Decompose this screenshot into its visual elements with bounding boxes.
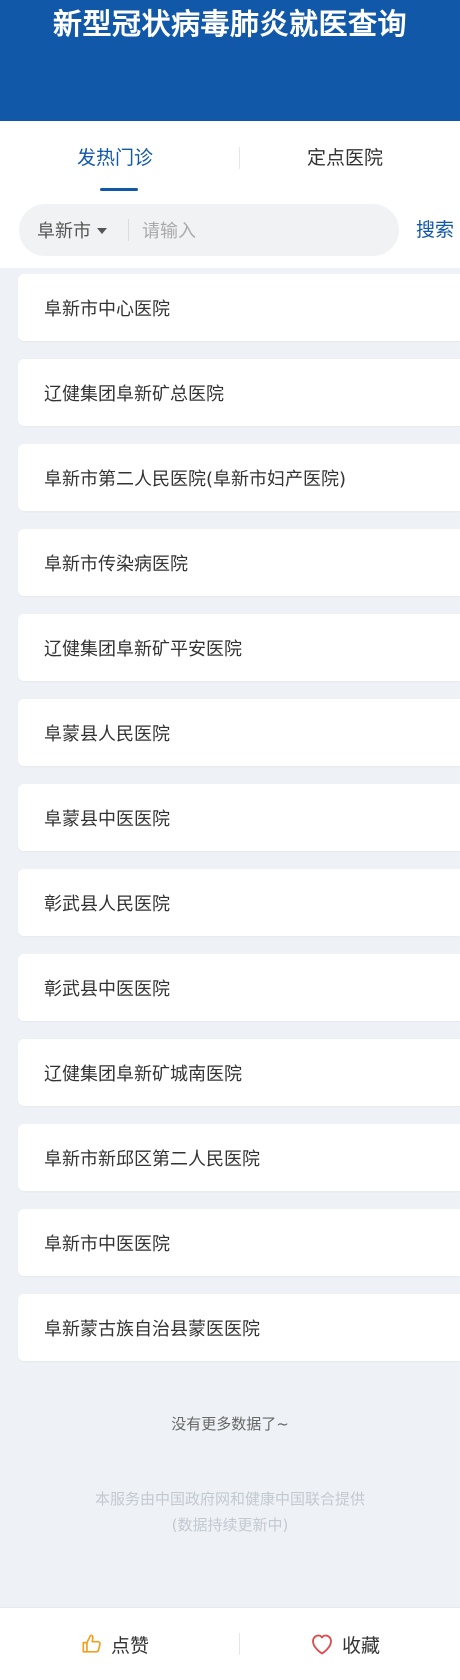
- hospital-list: 阜新市中心医院 辽健集团阜新矿总医院 阜新市第二人民医院(阜新市妇产医院) 阜新…: [18, 274, 460, 1379]
- hospital-list-item[interactable]: 阜新市传染病医院: [18, 529, 460, 596]
- hospital-list-item[interactable]: 辽健集团阜新矿城南医院: [18, 1039, 460, 1106]
- search-bar: 阜新市 搜索: [0, 198, 460, 268]
- favorite-button[interactable]: 收藏: [230, 1608, 460, 1680]
- footer-note-line2: (数据持续更新中): [171, 1516, 289, 1534]
- hospital-list-item[interactable]: 阜新市新邱区第二人民医院: [18, 1124, 460, 1191]
- caret-down-icon: [97, 228, 107, 234]
- tab-bar: 发热门诊 定点医院: [0, 121, 460, 198]
- list-end-text: 没有更多数据了~: [171, 1415, 289, 1433]
- thumbs-up-icon: [82, 1634, 101, 1653]
- heart-icon: [312, 1634, 332, 1655]
- hospital-list-item[interactable]: 阜新市第二人民医院(阜新市妇产医院): [18, 444, 460, 511]
- page-title: 新型冠状病毒肺炎就医查询: [52, 7, 407, 41]
- hospital-list-item[interactable]: 辽健集团阜新矿总医院: [18, 359, 460, 426]
- active-tab-indicator: [100, 188, 138, 191]
- footer-note: 本服务由中国政府网和健康中国联合提供 (数据持续更新中): [0, 1486, 460, 1538]
- tab-fever-clinic[interactable]: 发热门诊: [0, 121, 230, 198]
- hospital-list-item[interactable]: 阜新市中医医院: [18, 1209, 460, 1276]
- hospital-list-item[interactable]: 阜新蒙古族自治县蒙医医院: [18, 1294, 460, 1361]
- hospital-list-item[interactable]: 彰武县中医医院: [18, 954, 460, 1021]
- like-button[interactable]: 点赞: [0, 1608, 230, 1680]
- tab-divider: [239, 147, 240, 169]
- favorite-label: 收藏: [341, 1634, 380, 1657]
- city-dropdown[interactable]: 阜新市: [19, 204, 127, 256]
- hospital-list-item[interactable]: 彰武县人民医院: [18, 869, 460, 936]
- hospital-list-item[interactable]: 阜新市中心医院: [18, 274, 460, 341]
- search-box: 阜新市: [19, 204, 399, 256]
- search-input[interactable]: [140, 212, 394, 250]
- search-divider: [128, 219, 129, 241]
- tab-designated-hospital[interactable]: 定点医院: [230, 121, 460, 198]
- city-dropdown-label: 阜新市: [37, 221, 91, 242]
- hospital-list-item[interactable]: 阜蒙县中医医院: [18, 784, 460, 851]
- footer-note-line1: 本服务由中国政府网和健康中国联合提供: [94, 1490, 365, 1508]
- header: 新型冠状病毒肺炎就医查询: [0, 0, 460, 121]
- bottom-bar: 点赞 收藏: [0, 1607, 460, 1680]
- hospital-list-item[interactable]: 辽健集团阜新矿平安医院: [18, 614, 460, 681]
- like-label: 点赞: [110, 1634, 149, 1657]
- search-button[interactable]: 搜索: [416, 212, 454, 248]
- hospital-list-item[interactable]: 阜蒙县人民医院: [18, 699, 460, 766]
